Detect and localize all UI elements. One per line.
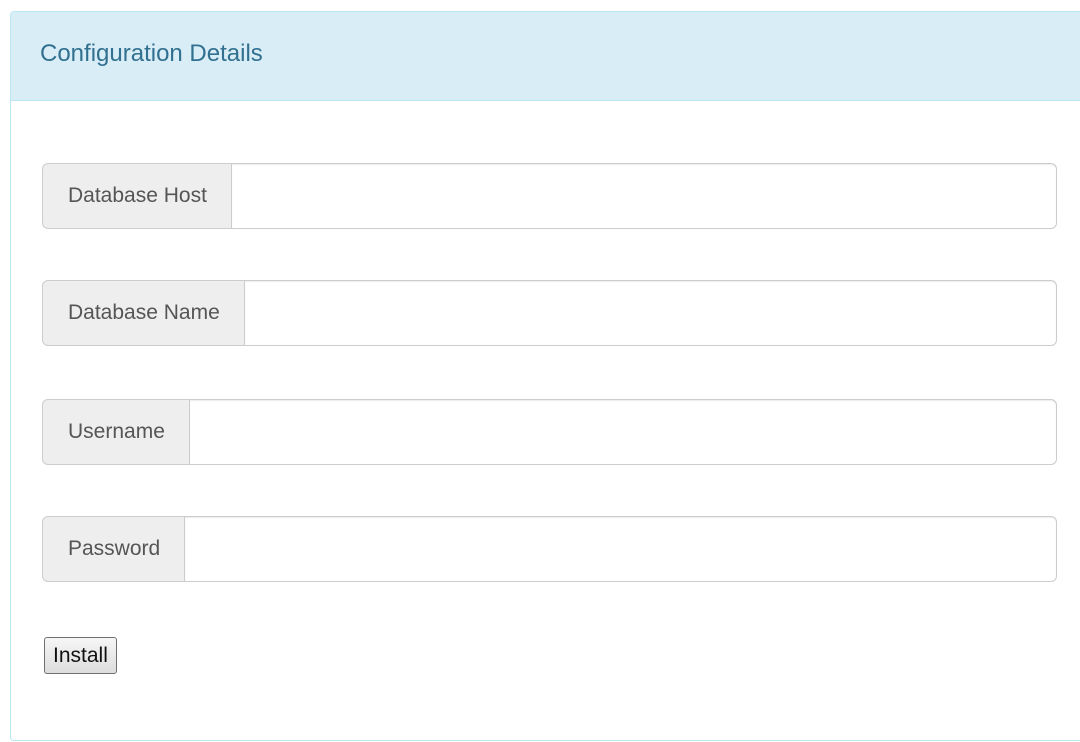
username-label: Username <box>42 399 190 465</box>
database-host-input[interactable] <box>231 163 1057 229</box>
database-name-input[interactable] <box>244 280 1057 346</box>
username-input[interactable] <box>189 399 1057 465</box>
database-name-group: Database Name <box>42 280 1057 346</box>
panel-heading: Configuration Details <box>11 12 1080 101</box>
password-input[interactable] <box>185 516 1057 582</box>
database-host-group: Database Host <box>42 163 1057 229</box>
database-name-label: Database Name <box>42 280 245 346</box>
password-label: Password <box>42 516 186 582</box>
install-button[interactable]: Install <box>44 637 117 674</box>
database-host-label: Database Host <box>42 163 232 229</box>
configuration-panel: Configuration Details Database Host Data… <box>10 11 1080 741</box>
username-group: Username <box>42 399 1057 465</box>
panel-title: Configuration Details <box>40 40 263 67</box>
password-group: Password <box>42 516 1057 582</box>
